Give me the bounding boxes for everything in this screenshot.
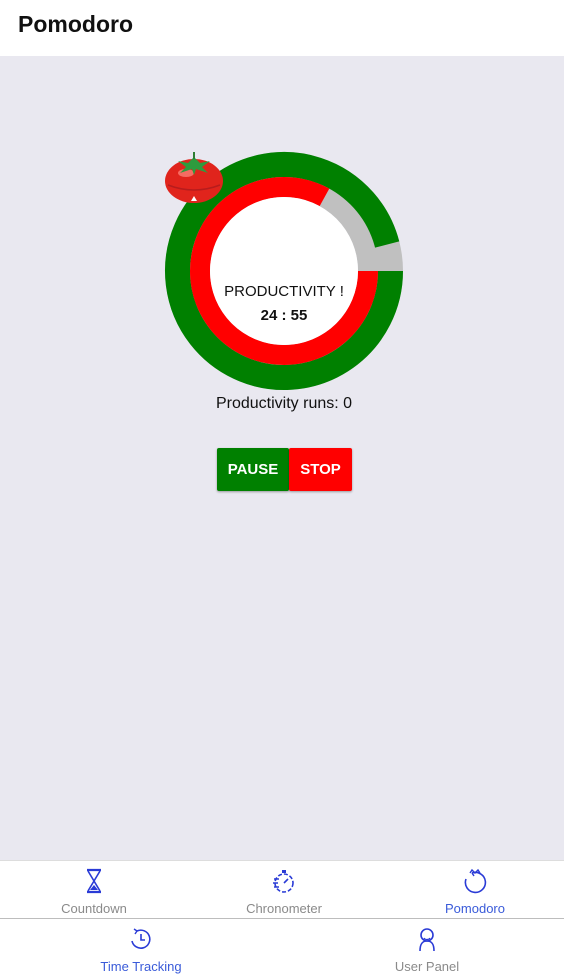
phase-label: PRODUCTIVITY !	[224, 283, 344, 300]
tab-time-tracking-label: Time Tracking	[100, 959, 182, 974]
bottom-tab-bar-row1: Countdown Chronometer Pomodoro	[0, 860, 564, 919]
bottom-tab-bar-row2: Time Tracking User Panel	[0, 918, 564, 977]
tab-chronometer[interactable]: Chronometer	[188, 861, 380, 919]
tab-pomodoro[interactable]: Pomodoro	[380, 861, 564, 919]
pomodoro-screen: PRODUCTIVITY ! 24 : 55 Productivity runs…	[0, 56, 564, 860]
tab-countdown-label: Countdown	[61, 901, 127, 916]
app-header: Pomodoro	[0, 0, 564, 56]
productivity-runs-label: Productivity runs: 0	[215, 395, 353, 412]
tab-user-panel-label: User Panel	[394, 959, 460, 974]
tab-user-panel[interactable]: User Panel	[282, 919, 564, 977]
tab-countdown[interactable]: Countdown	[0, 861, 188, 919]
user-icon	[419, 928, 435, 952]
pause-button[interactable]: PAUSE	[217, 448, 289, 491]
tomato-timer-icon	[464, 868, 487, 894]
tab-time-tracking[interactable]: Time Tracking	[0, 919, 282, 977]
stopwatch-icon	[273, 870, 294, 893]
time-remaining: 24 : 55	[260, 307, 308, 324]
app-title: Pomodoro	[18, 11, 133, 37]
tab-chronometer-label: Chronometer	[246, 901, 322, 916]
tomato-icon	[165, 152, 223, 203]
pomodoro-progress-ring: PRODUCTIVITY ! 24 : 55	[164, 151, 404, 391]
clock-icon	[131, 928, 151, 949]
stop-button[interactable]: STOP	[289, 448, 352, 491]
tab-pomodoro-label: Pomodoro	[445, 901, 505, 916]
hourglass-icon	[87, 868, 101, 894]
